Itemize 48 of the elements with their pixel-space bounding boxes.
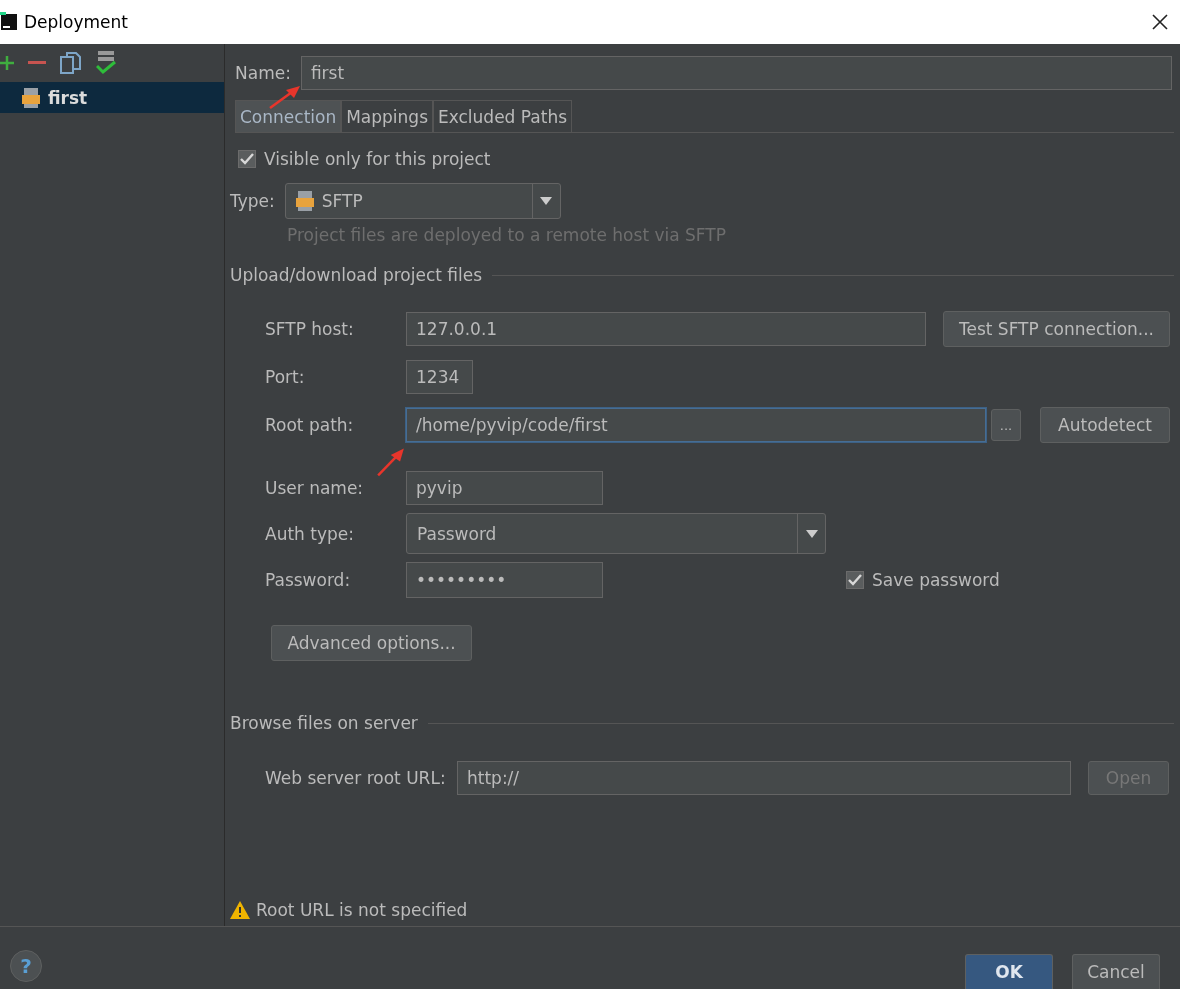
host-field[interactable]: 127.0.0.1 — [406, 312, 926, 346]
sftp-file-icon — [22, 86, 42, 109]
visible-only-checkbox-row[interactable]: Visible only for this project — [238, 149, 1174, 169]
type-dropdown[interactable]: SFTP — [284, 183, 561, 219]
tab[interactable]: Excluded Paths — [433, 100, 572, 132]
section-title: Browse files on server — [230, 713, 418, 733]
caret-icon — [540, 197, 553, 205]
user-name-field[interactable]: pyvip — [406, 471, 603, 505]
save-password-checkbox-row[interactable]: Save password — [846, 570, 1000, 590]
server-check-icon[interactable] — [96, 51, 116, 75]
type-label: Type: — [230, 191, 275, 211]
help-button[interactable]: ? — [10, 950, 42, 982]
caret-icon — [805, 529, 818, 538]
tab[interactable]: Mappings — [341, 100, 433, 132]
checkbox[interactable] — [238, 150, 256, 168]
close-icon[interactable] — [1152, 14, 1168, 30]
tab[interactable]: Connection — [235, 100, 342, 132]
dialog-button[interactable]: Cancel — [1072, 954, 1160, 989]
root-url-field[interactable]: http:// — [457, 761, 1071, 795]
dialog-button[interactable]: OK — [965, 954, 1053, 989]
password-field[interactable]: ••••••••• — [406, 562, 603, 598]
field-label: Web server root URL: — [265, 768, 447, 788]
browse-button[interactable]: ... — [991, 409, 1021, 441]
test-connection-button[interactable]: Test SFTP connection... — [943, 311, 1170, 347]
warning-icon — [230, 901, 250, 919]
field-label: Auth type: — [265, 523, 355, 544]
root-path-field[interactable]: /home/pyvip/code/first — [406, 408, 986, 442]
checkbox[interactable] — [846, 571, 864, 589]
field-label: Password: — [265, 570, 352, 590]
name-field[interactable]: first — [300, 56, 1172, 90]
remove-icon[interactable] — [28, 61, 46, 65]
sftp-file-icon — [295, 190, 316, 212]
port-field[interactable]: 1234 — [406, 360, 473, 394]
warning-message: Root URL is not specified — [256, 900, 468, 920]
autodetect-button[interactable]: Autodetect — [1040, 407, 1170, 443]
field-label: Root path: — [265, 415, 355, 435]
field-label: Port: — [265, 367, 306, 387]
auth-type-dropdown[interactable]: Password — [406, 513, 826, 554]
window-title: Deployment — [24, 12, 129, 32]
name-label: Name: — [235, 63, 291, 83]
field-label: User name: — [265, 478, 365, 498]
server-list-item[interactable]: first — [0, 82, 224, 113]
annotation-arrow — [268, 84, 302, 110]
advanced-options-button[interactable]: Advanced options... — [271, 625, 472, 661]
section-title: Upload/download project files — [230, 265, 483, 285]
copy-icon[interactable] — [60, 52, 82, 74]
add-icon[interactable] — [0, 56, 14, 70]
field-label: SFTP host: — [265, 319, 355, 339]
